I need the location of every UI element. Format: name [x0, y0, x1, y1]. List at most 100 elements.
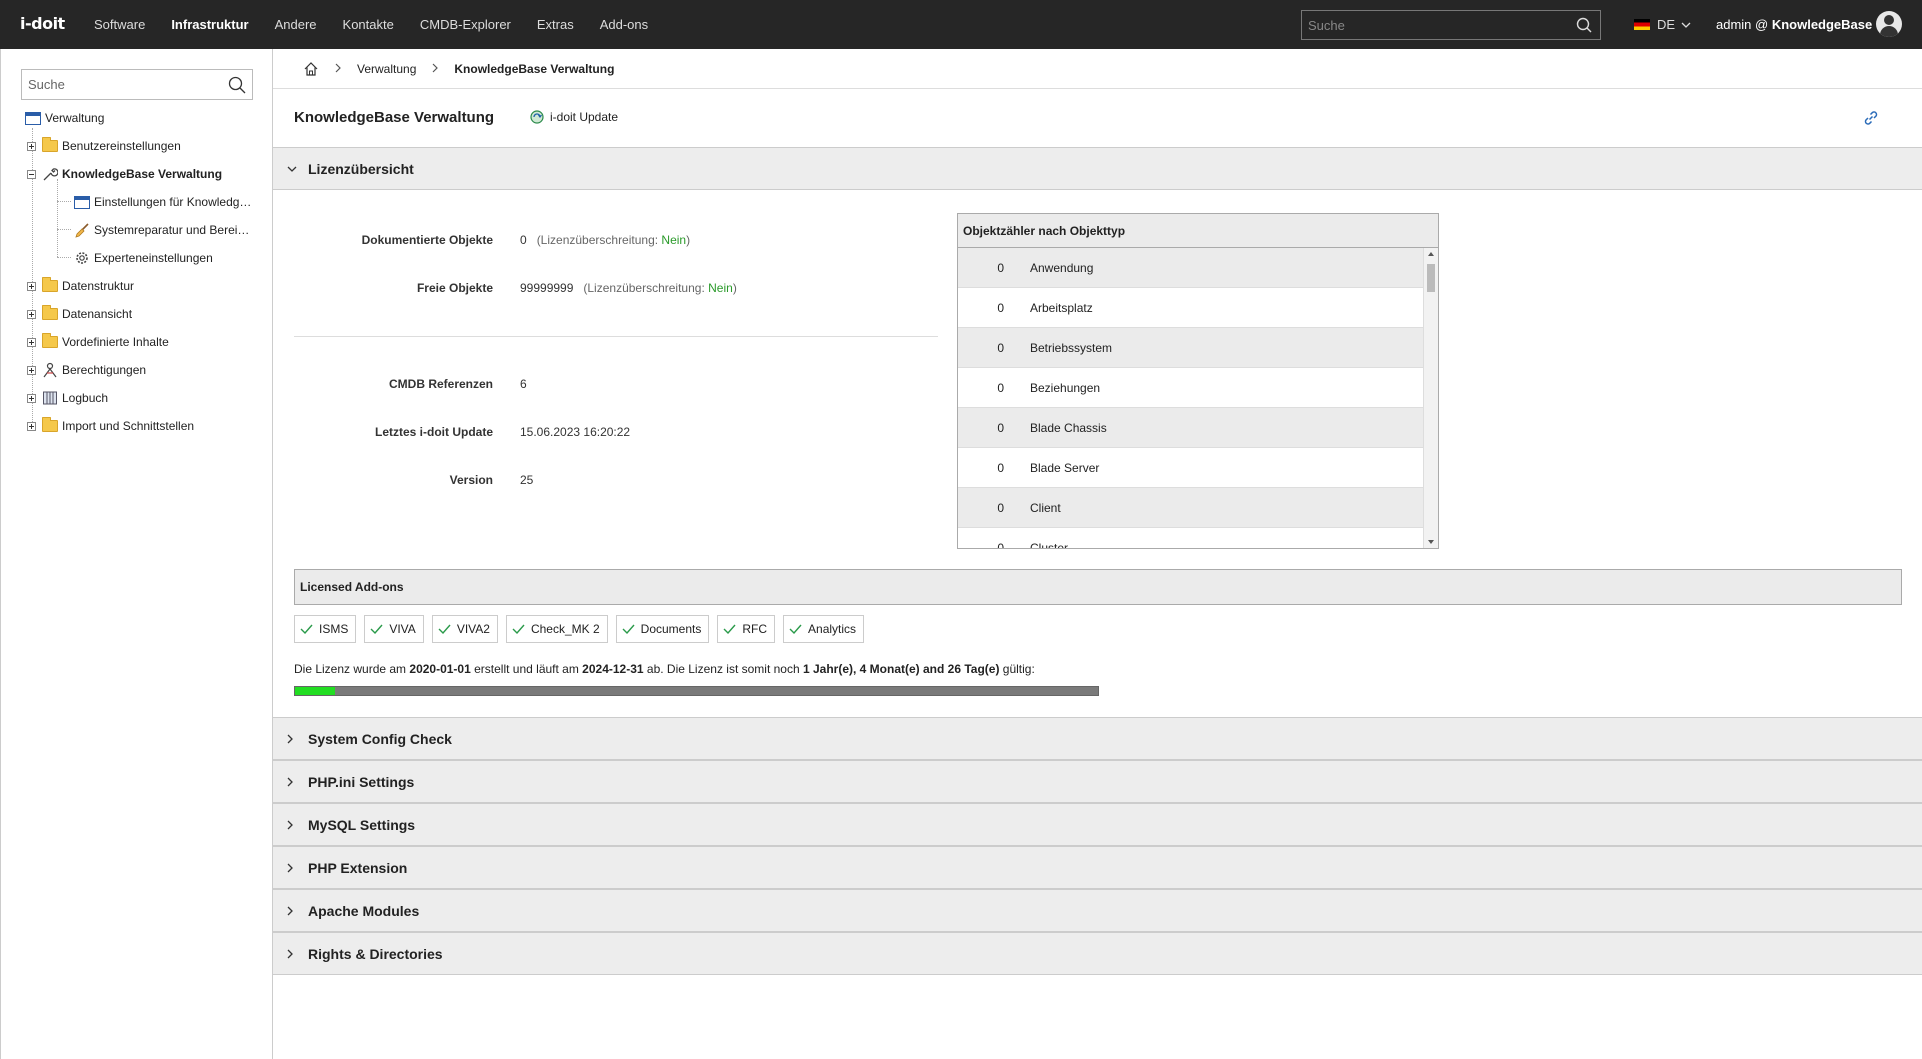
cmdb-references-label: CMDB Referenzen: [388, 377, 493, 391]
sidebar-item-systemreparatur[interactable]: Systemreparatur und Berei…: [74, 220, 249, 240]
table-row: 0 Blade Chassis: [958, 408, 1424, 448]
check-icon: [512, 624, 525, 634]
sidebar-item-vordefinierte-inhalte[interactable]: Vordefinierte Inhalte: [27, 332, 169, 352]
sidebar-item-datenstruktur[interactable]: Datenstruktur: [27, 276, 134, 296]
scroll-thumb[interactable]: [1427, 264, 1435, 292]
addon-isms: ISMS: [294, 615, 357, 643]
addon-analytics: Analytics: [783, 615, 865, 643]
sidebar-search: [21, 69, 253, 100]
page-header: KnowledgeBase Verwaltung i-doit Update: [273, 89, 1922, 147]
nav-extras[interactable]: Extras: [537, 0, 574, 49]
last-update-label: Letztes i-doit Update: [374, 425, 493, 439]
link-icon[interactable]: [1862, 109, 1880, 130]
nav-andere[interactable]: Andere: [275, 0, 317, 49]
permissions-icon: [42, 362, 58, 378]
sidebar-search-input[interactable]: [22, 70, 252, 99]
sidebar-item-berechtigungen[interactable]: Berechtigungen: [27, 360, 146, 380]
scroll-down-icon[interactable]: [1428, 540, 1434, 544]
window-icon: [25, 111, 41, 125]
scroll-up-icon[interactable]: [1428, 252, 1434, 256]
logo[interactable]: i-doit: [20, 14, 65, 33]
search-icon[interactable]: [228, 76, 246, 97]
table-row: 0 Betriebssystem: [958, 328, 1424, 368]
collapse-icon[interactable]: [27, 169, 36, 179]
nav-software[interactable]: Software: [94, 0, 145, 49]
expand-icon[interactable]: [27, 421, 36, 431]
check-icon: [370, 624, 383, 634]
top-bar: i-doit Software Infrastruktur Andere Kon…: [0, 0, 1922, 49]
addon-viva: VIVA: [364, 615, 424, 643]
license-progress-fill: [295, 687, 336, 695]
tree-line: [57, 257, 71, 258]
german-flag-icon: [1634, 19, 1650, 30]
sidebar-item-logbuch[interactable]: Logbuch: [27, 388, 108, 408]
folder-icon: [42, 137, 58, 152]
expand-icon[interactable]: [27, 337, 36, 347]
idoit-update-button[interactable]: i-doit Update: [529, 109, 618, 125]
documented-objects-label: Dokumentierte Objekte: [361, 233, 493, 247]
chevron-right-icon: [287, 906, 308, 916]
breadcrumb-separator-icon: [432, 62, 439, 76]
cmdb-references-value: 6: [520, 377, 527, 391]
section-php-extension[interactable]: PHP Extension: [273, 846, 1922, 889]
chevron-down-icon: [287, 166, 308, 172]
tree-line: [57, 179, 58, 257]
license-expiry-date: 2024-12-31: [582, 662, 644, 676]
sidebar-item-datenansicht[interactable]: Datenansicht: [27, 304, 132, 324]
sidebar-item-knowledgebase-verwaltung[interactable]: KnowledgeBase Verwaltung: [27, 164, 222, 184]
section-apache-modules[interactable]: Apache Modules: [273, 889, 1922, 932]
last-update-value: 15.06.2023 16:20:22: [520, 425, 631, 439]
documented-objects-value: 0 (Lizenzüberschreitung: Nein): [520, 233, 691, 247]
nav-add-ons[interactable]: Add-ons: [600, 0, 648, 49]
check-icon: [723, 624, 736, 634]
global-search-input[interactable]: [1302, 11, 1600, 39]
tree-line: [57, 229, 71, 230]
section-mysql-settings[interactable]: MySQL Settings: [273, 803, 1922, 846]
table-row: 0 Beziehungen: [958, 368, 1424, 408]
table-row: 0 Cluster: [958, 528, 1424, 549]
search-icon[interactable]: [1576, 17, 1592, 36]
expand-icon[interactable]: [27, 141, 36, 151]
section-lizenzuebersicht[interactable]: Lizenzübersicht: [273, 147, 1922, 190]
breadcrumb-current: KnowledgeBase Verwaltung: [454, 61, 615, 76]
sidebar-item-benutzereinstellungen[interactable]: Benutzereinstellungen: [27, 136, 181, 156]
table-row: 0 Anwendung: [958, 248, 1424, 288]
sidebar-item-einstellungen[interactable]: Einstellungen für Knowledg…: [74, 192, 251, 212]
language-selector[interactable]: DE: [1634, 17, 1691, 32]
section-rights-directories[interactable]: Rights & Directories: [273, 932, 1922, 975]
folder-icon: [42, 305, 58, 320]
expand-icon[interactable]: [27, 365, 36, 375]
section-php-ini-settings[interactable]: PHP.ini Settings: [273, 760, 1922, 803]
nav-infrastruktur[interactable]: Infrastruktur: [171, 0, 248, 49]
gear-icon: [74, 250, 90, 266]
home-icon[interactable]: [303, 61, 319, 77]
window-icon: [74, 195, 90, 209]
free-objects-value: 99999999 (Lizenzüberschreitung: Nein): [520, 281, 737, 295]
chevron-right-icon: [287, 777, 308, 787]
page-title: KnowledgeBase Verwaltung: [294, 109, 495, 126]
addon-documents: Documents: [615, 615, 710, 643]
sidebar-item-verwaltung[interactable]: Verwaltung: [25, 108, 104, 128]
expand-icon[interactable]: [27, 309, 36, 319]
main-nav: Software Infrastruktur Andere Kontakte C…: [94, 0, 674, 49]
breadcrumb-separator-icon: [335, 62, 341, 76]
object-counter-scrollbar[interactable]: [1423, 248, 1438, 548]
section-system-config-check[interactable]: System Config Check: [273, 717, 1922, 760]
expand-icon[interactable]: [27, 393, 36, 403]
expand-icon[interactable]: [27, 281, 36, 291]
chevron-down-icon: [1681, 22, 1691, 28]
nav-kontakte[interactable]: Kontakte: [343, 0, 394, 49]
license-validity-text: Die Lizenz wurde am 2020-01-01 erstellt …: [294, 662, 1035, 676]
breadcrumb-verwaltung[interactable]: Verwaltung: [357, 62, 416, 76]
user-menu[interactable]: admin @ KnowledgeBase: [1716, 17, 1872, 32]
addon-check-mk-2: Check_MK 2: [505, 615, 608, 643]
sidebar-item-import[interactable]: Import und Schnittstellen: [27, 416, 194, 436]
language-label: DE: [1657, 17, 1676, 32]
object-counter-table: Objektzähler nach Objekttyp 0 Anwendung 0…: [957, 213, 1439, 549]
avatar[interactable]: [1876, 11, 1902, 37]
sidebar-item-experteneinstellungen[interactable]: Experteneinstellungen: [74, 248, 213, 268]
table-row: 0 Client: [958, 488, 1424, 528]
main-content: Verwaltung KnowledgeBase Verwaltung Know…: [273, 49, 1922, 1059]
license-progress-bar: [294, 686, 1099, 696]
nav-cmdb-explorer[interactable]: CMDB-Explorer: [420, 0, 511, 49]
